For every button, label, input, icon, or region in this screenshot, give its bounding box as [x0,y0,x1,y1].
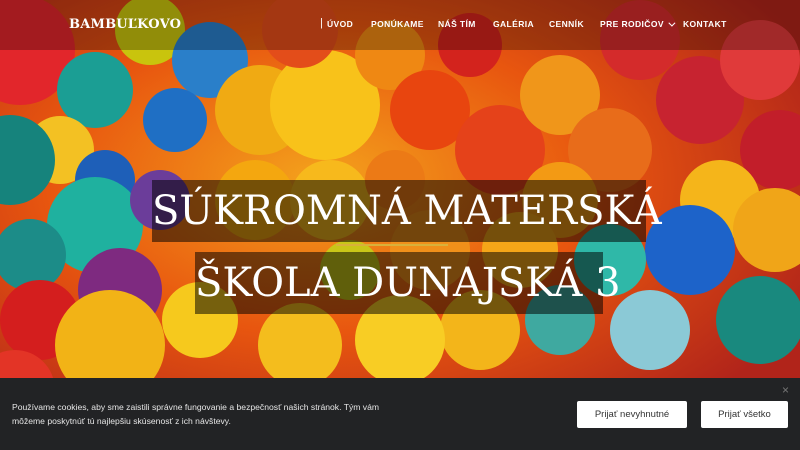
nav-item-uvod[interactable]: ÚVOD [327,19,353,29]
hero-title-line-2: ŠKOLA DUNAJSKÁ 3 [195,252,621,314]
nav-item-nas-tim[interactable]: NÁŠ TÍM [438,19,476,29]
accept-necessary-button[interactable]: Prijať nevyhnutné [577,401,687,428]
site-logo[interactable]: BAMBUĽKOVO [69,17,181,32]
nav-separator: | [320,17,323,29]
nav-item-kontakt[interactable]: KONTAKT [683,19,727,29]
top-navbar: BAMBUĽKOVO | ÚVOD PONÚKAME NÁŠ TÍM GALÉR… [0,0,800,50]
nav-item-galeria[interactable]: GALÉRIA [493,19,534,29]
nav-item-pre-rodicov[interactable]: PRE RODIČOV [600,19,676,29]
cookie-message: Používame cookies, aby sme zaistili sprá… [12,402,380,426]
close-icon[interactable]: × [782,384,789,396]
chevron-down-icon [668,19,676,27]
nav-item-cennik[interactable]: CENNÍK [549,19,584,29]
title-divider [336,244,448,246]
nav-item-ponukame[interactable]: PONÚKAME [371,19,424,29]
hero-title-line-1: SÚKROMNÁ MATERSKÁ [152,180,662,242]
accept-all-button[interactable]: Prijať všetko [701,401,788,428]
nav-item-pre-rodicov-label: PRE RODIČOV [600,19,664,29]
cookie-banner: × Používame cookies, aby sme zaistili sp… [0,378,800,450]
